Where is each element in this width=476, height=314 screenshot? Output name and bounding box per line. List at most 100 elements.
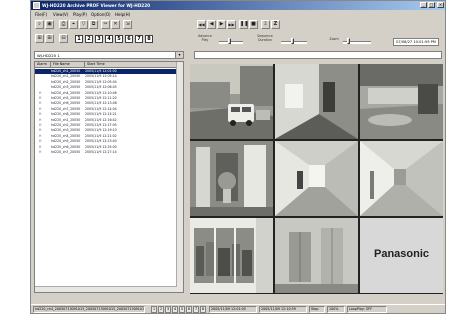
filter-icon[interactable]: ▽ bbox=[79, 20, 88, 29]
alarm-cell: H bbox=[39, 139, 42, 144]
list-item[interactable]: Hhd220_ch1_20050 2005/11/9 12:16:42 bbox=[35, 118, 181, 123]
menu-bar: File(F) View(V) Play(P) Option(O) Help(H… bbox=[31, 10, 445, 18]
menu-view[interactable]: View(V) bbox=[53, 12, 68, 17]
camera-view-2[interactable] bbox=[275, 64, 358, 139]
export-icon[interactable]: ⇲ bbox=[123, 20, 132, 29]
channel-8-button[interactable]: 8 bbox=[145, 35, 153, 43]
camera-view-8[interactable] bbox=[275, 218, 358, 293]
search-icon[interactable]: ⌕ bbox=[35, 20, 44, 29]
list-item[interactable]: Hhd220_ch4_20050 2005/11/9 12:21:02 bbox=[35, 134, 181, 139]
delete-icon[interactable]: ✕ bbox=[111, 20, 120, 29]
column-header-file-name[interactable]: File Name bbox=[51, 62, 85, 68]
column-header-alarm[interactable]: Alarm bbox=[35, 62, 51, 68]
list-item[interactable]: Hhd220_ch3_20050 2005/11/9 12:19:10 bbox=[35, 128, 181, 133]
camera-grid: Panasonic bbox=[190, 64, 443, 294]
vertical-scrollbar[interactable] bbox=[176, 62, 183, 292]
page-4-button[interactable]: 4 bbox=[172, 306, 178, 313]
copy-icon[interactable]: ⧉ bbox=[89, 20, 98, 29]
advance-play-slider[interactable] bbox=[219, 41, 243, 44]
channel-1-button[interactable]: 1 bbox=[75, 35, 83, 43]
page-5-button[interactable]: 5 bbox=[179, 306, 185, 313]
horizontal-scrollbar[interactable] bbox=[35, 286, 177, 292]
zoom-thumb[interactable] bbox=[347, 38, 350, 44]
stop-icon[interactable]: ■ bbox=[249, 20, 258, 29]
minimize-button[interactable]: _ bbox=[420, 2, 427, 8]
channel-6-button[interactable]: 6 bbox=[125, 35, 133, 43]
recorder-select[interactable]: WJ-HD220 1 ▾ bbox=[34, 51, 184, 59]
chevron-down-icon[interactable]: ▾ bbox=[175, 52, 183, 58]
sequence-duration-slider[interactable] bbox=[281, 41, 307, 44]
list-item[interactable]: hd220_ch1_20050 2005/11/9 12:05:14 bbox=[35, 74, 181, 79]
menu-play[interactable]: Play(P) bbox=[73, 12, 87, 17]
list-item[interactable]: Hhd220_ch4_20050 2005/11/9 12:10:46 bbox=[35, 91, 181, 96]
download-icon[interactable]: ⇩ bbox=[261, 20, 270, 29]
menu-file[interactable]: File(F) bbox=[35, 12, 47, 17]
brand-panel: Panasonic bbox=[360, 218, 443, 293]
camera-view-7[interactable] bbox=[190, 218, 273, 293]
list-item[interactable]: Hhd220_ch5_20050 2005/11/9 12:11:20 bbox=[35, 96, 181, 101]
menu-help[interactable]: Help(H) bbox=[115, 12, 130, 17]
page-3-button[interactable]: 3 bbox=[165, 306, 171, 313]
sleep-icon[interactable]: Z bbox=[271, 20, 280, 29]
close-button[interactable]: × bbox=[437, 2, 444, 8]
zoom-icon[interactable]: ⌖ bbox=[69, 20, 78, 29]
camera-view-4[interactable] bbox=[190, 141, 273, 216]
start-time-cell: 2005/11/9 12:01:00 bbox=[85, 69, 117, 73]
advance-play-thumb[interactable] bbox=[228, 38, 231, 44]
start-time-cell: 2005/11/9 12:21:02 bbox=[85, 133, 117, 138]
channel-3-button[interactable]: 3 bbox=[95, 35, 103, 43]
channel-5-button[interactable]: 5 bbox=[115, 35, 123, 43]
list-item[interactable]: Hhd220_ch8_20050 2005/11/9 12:15:21 bbox=[35, 112, 181, 117]
print-icon[interactable]: ⎙ bbox=[59, 20, 68, 29]
alarm-cell: H bbox=[39, 144, 42, 149]
camera-view-3[interactable] bbox=[360, 64, 443, 139]
save-icon[interactable]: ▣ bbox=[45, 20, 54, 29]
start-time-cell: 2005/11/9 12:13:46 bbox=[85, 101, 117, 106]
play-icon[interactable]: ▶ bbox=[217, 20, 226, 29]
page-2-button[interactable]: 2 bbox=[158, 306, 164, 313]
start-time-cell: 2005/11/9 12:05:14 bbox=[85, 74, 117, 79]
page-8-button[interactable]: 8 bbox=[200, 306, 206, 313]
list-item[interactable]: Hhd220_ch7_20050 2005/11/9 12:14:04 bbox=[35, 107, 181, 112]
step-back-icon[interactable]: ◀ bbox=[207, 20, 216, 29]
list-item[interactable]: Hhd220_ch7_20050 2005/11/9 12:27:14 bbox=[35, 150, 181, 155]
maximize-button[interactable]: □ bbox=[428, 2, 435, 8]
quad-layout-icon[interactable]: ⊞ bbox=[35, 34, 44, 43]
sequence-duration-label: Sequence Duration bbox=[257, 34, 273, 42]
status-play-state: Stop bbox=[309, 306, 325, 313]
start-time-cell: 2005/11/9 12:10:46 bbox=[85, 90, 117, 95]
list-item[interactable]: hd220_ch1_20050 2005/11/9 12:01:00 bbox=[35, 69, 181, 74]
page-1-button[interactable]: 1 bbox=[151, 306, 157, 313]
camera-view-1[interactable] bbox=[190, 64, 273, 139]
forward-fast-icon[interactable]: ▶▶ bbox=[227, 20, 236, 29]
cut-icon[interactable]: ✂ bbox=[101, 20, 110, 29]
pause-icon[interactable]: ❚❚ bbox=[239, 20, 248, 29]
list-item[interactable]: Hhd220_ch5_20050 2005/11/9 12:23:40 bbox=[35, 139, 181, 144]
list-item[interactable]: Hhd220_ch6_20050 2005/11/9 12:13:46 bbox=[35, 101, 181, 106]
file-name-cell: hd220_ch1_20050 bbox=[51, 117, 81, 122]
single-layout-icon[interactable]: ⊟ bbox=[59, 34, 68, 43]
list-item[interactable]: Hhd220_ch2_20050 2005/11/9 12:17:05 bbox=[35, 123, 181, 128]
list-item[interactable]: Hhd220_ch6_20050 2005/11/9 12:25:00 bbox=[35, 145, 181, 150]
time-display: 07/08/27 10:01:59 PM bbox=[393, 38, 439, 46]
start-time-cell: 2005/11/9 12:05:04 bbox=[85, 79, 117, 84]
page-7-button[interactable]: 7 bbox=[193, 306, 199, 313]
start-time-cell: 2005/11/9 12:19:10 bbox=[85, 128, 117, 133]
page-6-button[interactable]: 6 bbox=[186, 306, 192, 313]
status-filename: hd220_ch4_20050713091013_20050713091015_… bbox=[33, 306, 145, 313]
sequence-duration-thumb[interactable] bbox=[291, 38, 294, 44]
file-list[interactable]: Alarm File Name Start Time hd220_ch1_200… bbox=[34, 61, 184, 293]
camera-view-5[interactable] bbox=[275, 141, 358, 216]
camera-view-6[interactable] bbox=[360, 141, 443, 216]
channel-2-button[interactable]: 2 bbox=[85, 35, 93, 43]
menu-option[interactable]: Option(O) bbox=[91, 12, 111, 17]
column-header-start-time[interactable]: Start Time bbox=[85, 62, 177, 68]
rewind-fast-icon[interactable]: ◀◀ bbox=[197, 20, 206, 29]
channel-4-button[interactable]: 4 bbox=[105, 35, 113, 43]
list-item[interactable]: hd220_ch3_20050 2005/11/9 12:06:45 bbox=[35, 85, 181, 90]
start-time-cell: 2005/11/9 12:11:20 bbox=[85, 96, 117, 100]
channel-7-button[interactable]: 7 bbox=[135, 35, 143, 43]
nine-layout-icon[interactable]: ⊞ bbox=[45, 34, 54, 43]
list-item[interactable]: hd220_ch2_20050 2005/11/9 12:05:04 bbox=[35, 80, 181, 85]
file-name-cell: hd220_ch8_20050 bbox=[51, 112, 81, 117]
